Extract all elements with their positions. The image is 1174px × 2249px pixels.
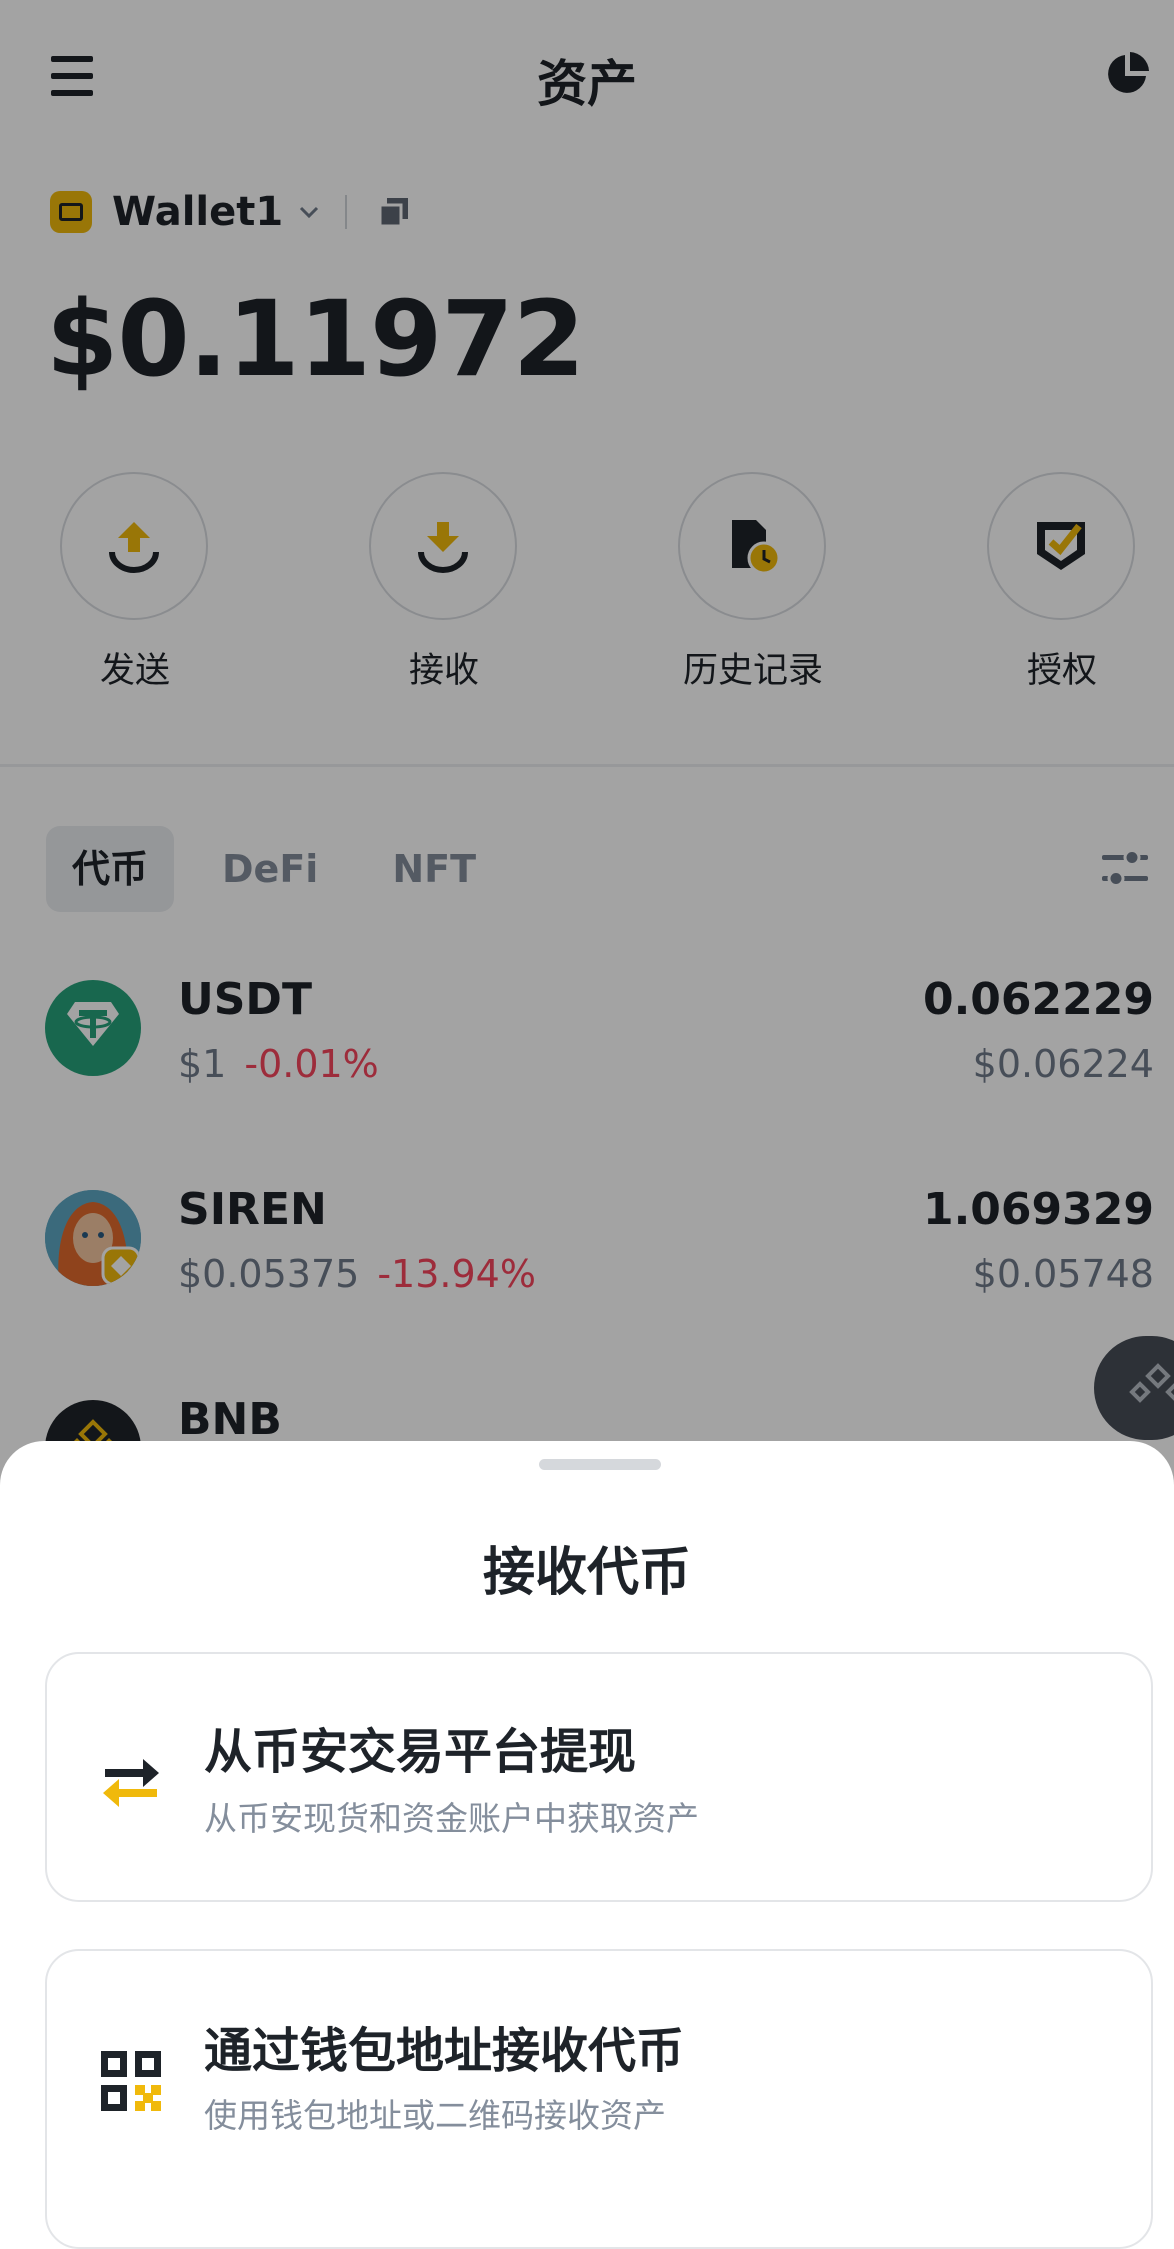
withdraw-from-exchange-option[interactable]: 从币安交易平台提现 从币安现货和资金账户中获取资产 — [45, 1652, 1153, 1902]
qr-code-icon — [101, 2051, 161, 2111]
receive-via-address-option[interactable]: 通过钱包地址接收代币 使用钱包地址或二维码接收资产 — [45, 1949, 1153, 2249]
sheet-drag-handle[interactable] — [539, 1459, 661, 1470]
option-subtitle: 使用钱包地址或二维码接收资产 — [204, 2096, 666, 2135]
sheet-title: 接收代币 — [482, 1543, 691, 1603]
option-title: 从币安交易平台提现 — [204, 1724, 637, 1780]
option-subtitle: 从币安现货和资金账户中获取资产 — [204, 1799, 699, 1838]
transfer-arrows-icon — [103, 1759, 159, 1807]
assets-page: 资产 Wallet1 $0.11972 发送 接收 历史记录 授权 代币 DeF… — [0, 0, 1174, 2249]
option-title: 通过钱包地址接收代币 — [204, 2023, 685, 2079]
